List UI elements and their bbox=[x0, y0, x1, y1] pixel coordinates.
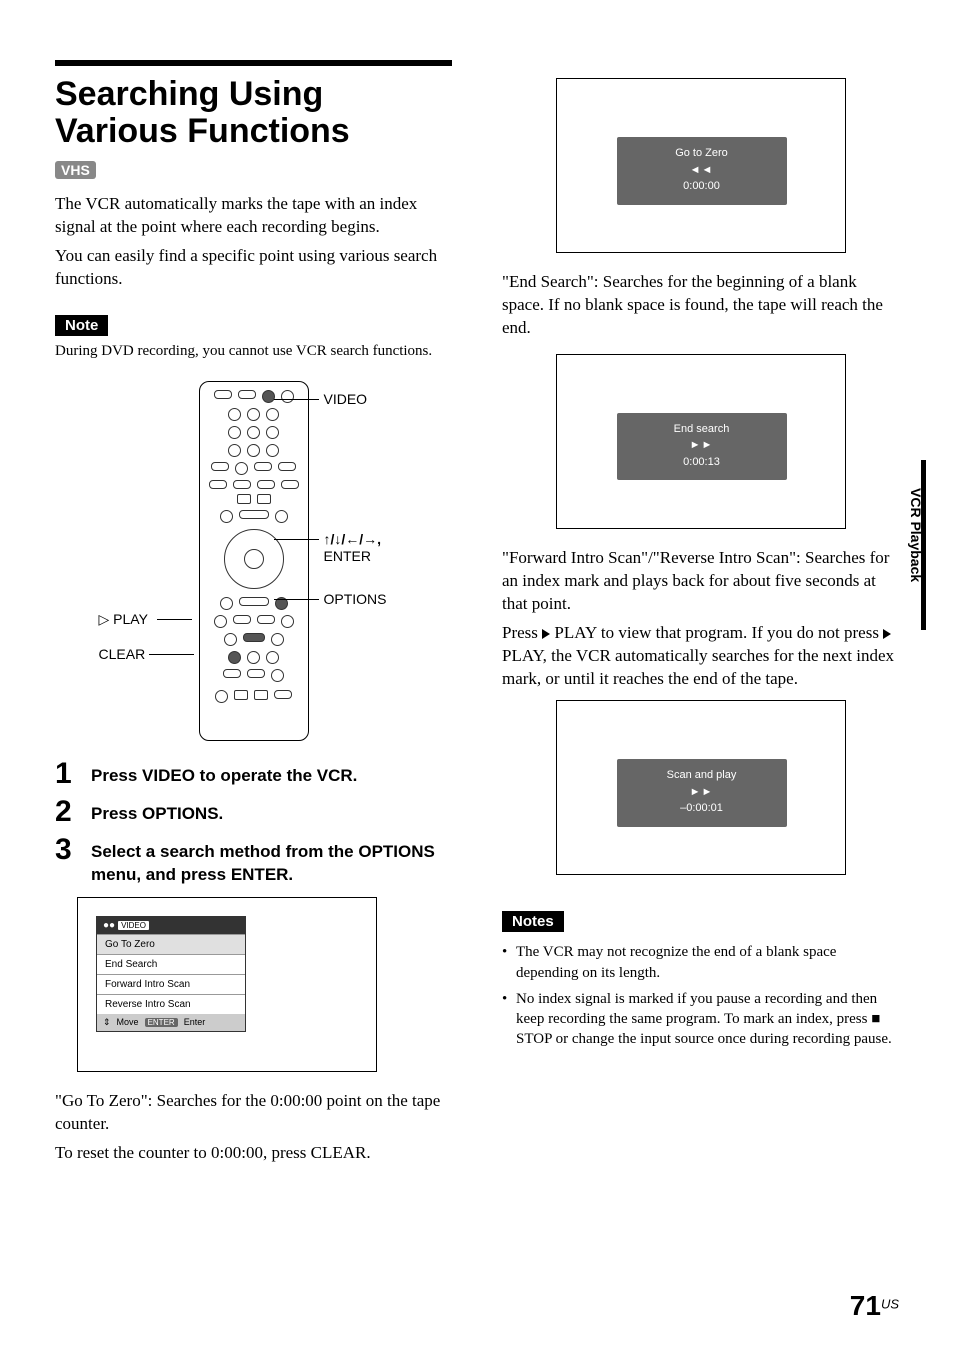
arrow-symbols: ↑/↓/←/→, bbox=[324, 531, 382, 547]
go-to-zero-desc-2: To reset the counter to 0:00:00, press C… bbox=[55, 1142, 452, 1165]
go-to-zero-desc-1: "Go To Zero": Searches for the 0:00:00 p… bbox=[55, 1090, 452, 1136]
remote-label-arrows: ↑/↓/←/→, ENTER bbox=[324, 531, 382, 565]
menu-item-reverse-intro: Reverse Intro Scan bbox=[97, 994, 245, 1014]
text-segment: PLAY, the VCR automatically searches for… bbox=[502, 646, 894, 688]
steps-list: 1 Press VIDEO to operate the VCR. 2 Press … bbox=[55, 759, 452, 887]
osd-title: Go to Zero bbox=[623, 145, 781, 162]
vhs-badge: VHS bbox=[55, 161, 96, 179]
notes-heading: Notes bbox=[502, 911, 564, 932]
step-1: 1 Press VIDEO to operate the VCR. bbox=[55, 759, 452, 789]
remote-diagram: VIDEO ↑/↓/←/→, ENTER OPTIONS ▷ PLAY CLEA… bbox=[114, 381, 394, 741]
step-3: 3 Select a search method from the OPTIONS… bbox=[55, 835, 452, 887]
page-footer: 71US bbox=[850, 1290, 899, 1322]
section-tab-label: VCR Playback bbox=[908, 488, 924, 582]
footer-enter-label: Enter bbox=[184, 1017, 206, 1027]
page-region: US bbox=[881, 1297, 899, 1312]
intro-scan-desc-2: Press PLAY to view that program. If you … bbox=[502, 622, 899, 691]
play-icon bbox=[542, 629, 550, 639]
notes-list: The VCR may not recognize the end of a b… bbox=[502, 942, 899, 1049]
header-icon: ●● bbox=[103, 920, 115, 931]
step-text: Press VIDEO to operate the VCR. bbox=[91, 759, 357, 789]
note-text: During DVD recording, you cannot use VCR… bbox=[55, 342, 452, 362]
note-item-1: The VCR may not recognize the end of a b… bbox=[502, 942, 899, 983]
osd-time: 0:00:13 bbox=[623, 454, 781, 471]
end-search-desc: "End Search": Searches for the beginning… bbox=[502, 271, 899, 340]
footer-move-label: Move bbox=[117, 1017, 139, 1027]
step-number: 2 bbox=[55, 797, 77, 827]
step-text: Select a search method from the OPTIONS … bbox=[91, 835, 452, 887]
menu-item-go-to-zero: Go To Zero bbox=[97, 934, 245, 954]
osd-time: 0:00:00 bbox=[623, 178, 781, 195]
intro-paragraph-2: You can easily find a specific point usi… bbox=[55, 245, 452, 291]
rewind-icon: ◄◄ bbox=[623, 162, 781, 179]
osd-title: Scan and play bbox=[623, 767, 781, 784]
remote-label-options: OPTIONS bbox=[324, 591, 387, 607]
menu-item-end-search: End Search bbox=[97, 954, 245, 974]
osd-scan-play: Scan and play ►► –0:00:01 bbox=[556, 700, 846, 875]
page-title: Searching Using Various Functions bbox=[55, 76, 452, 151]
intro-paragraph-1: The VCR automatically marks the tape wit… bbox=[55, 193, 452, 239]
note-heading: Note bbox=[55, 315, 108, 336]
header-video-label: VIDEO bbox=[118, 921, 149, 930]
play-icon bbox=[883, 629, 891, 639]
step-number: 1 bbox=[55, 759, 77, 789]
remote-label-play: ▷ PLAY bbox=[99, 611, 148, 628]
footer-enter-badge: ENTER bbox=[145, 1018, 178, 1027]
options-menu-screenshot: ●●VIDEO Go To Zero End Search Forward In… bbox=[77, 897, 377, 1072]
text-segment: Press bbox=[502, 623, 542, 642]
osd-go-to-zero: Go to Zero ◄◄ 0:00:00 bbox=[556, 78, 846, 253]
step-2: 2 Press OPTIONS. bbox=[55, 797, 452, 827]
remote-label-video: VIDEO bbox=[324, 391, 368, 407]
remote-label-clear: CLEAR bbox=[99, 646, 146, 662]
note-item-2: No index signal is marked if you pause a… bbox=[502, 989, 899, 1050]
enter-label: ENTER bbox=[324, 548, 371, 564]
section-tab: VCR Playback bbox=[906, 460, 926, 630]
menu-item-forward-intro: Forward Intro Scan bbox=[97, 974, 245, 994]
step-text: Press OPTIONS. bbox=[91, 797, 223, 827]
text-segment: PLAY to view that program. If you do not… bbox=[550, 623, 883, 642]
osd-title: End search bbox=[623, 421, 781, 438]
fast-forward-icon: ►► bbox=[623, 784, 781, 801]
osd-end-search: End search ►► 0:00:13 bbox=[556, 354, 846, 529]
fast-forward-icon: ►► bbox=[623, 437, 781, 454]
step-number: 3 bbox=[55, 835, 77, 887]
osd-time: –0:00:01 bbox=[623, 800, 781, 817]
intro-scan-desc-1: "Forward Intro Scan"/"Reverse Intro Scan… bbox=[502, 547, 899, 616]
page-number: 71 bbox=[850, 1290, 881, 1321]
move-icon: ⇕ bbox=[103, 1017, 111, 1028]
